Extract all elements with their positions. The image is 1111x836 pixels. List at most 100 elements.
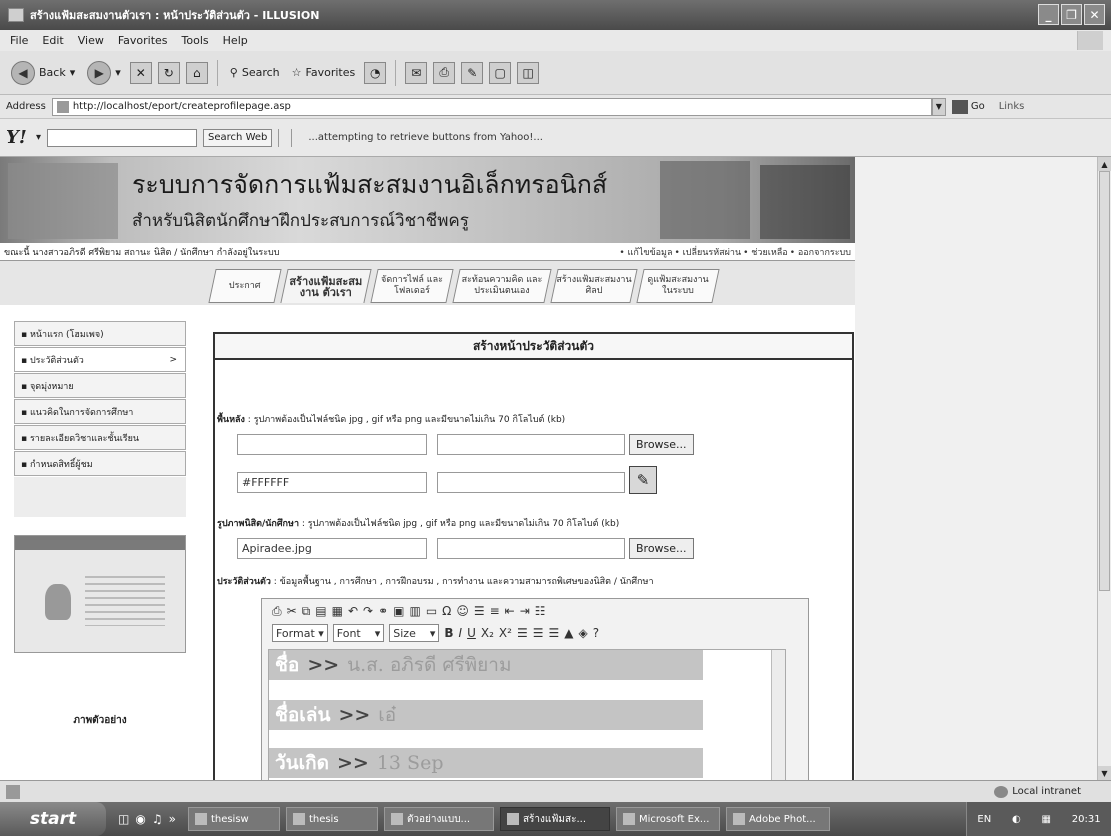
paste-text-icon[interactable]: ▦: [332, 604, 343, 618]
background-color-preview[interactable]: [437, 472, 625, 493]
table-icon[interactable]: ▥: [409, 604, 420, 618]
editor-scrollbar[interactable]: [771, 650, 785, 780]
address-dropdown-icon[interactable]: ▼: [931, 97, 946, 116]
change-password-link[interactable]: • เปลี่ยนรหัสผ่าน: [675, 245, 742, 259]
close-button[interactable]: ✕: [1084, 4, 1105, 25]
sidebar-item-courses[interactable]: ▪ รายละเอียดวิชาและชั้นเรียน: [14, 425, 186, 450]
sidebar-item-permissions[interactable]: ▪ กำหนดสิทธิ์ผู้ชม: [14, 451, 186, 476]
edit-icon[interactable]: ✎: [461, 61, 484, 84]
stop-icon[interactable]: ✕: [129, 61, 152, 84]
tab-reflection[interactable]: สะท้อนความคิด และประเมินตนเอง: [452, 269, 552, 303]
indent-icon[interactable]: ⇥: [520, 604, 530, 618]
help-icon[interactable]: ?: [593, 626, 599, 640]
address-input[interactable]: http://localhost/eport/createprofilepage…: [51, 97, 932, 116]
yahoo-logo[interactable]: Y!: [6, 127, 36, 148]
align-left-icon[interactable]: ☰: [517, 626, 528, 640]
align-right-icon[interactable]: ☰: [548, 626, 559, 640]
menu-view[interactable]: View: [78, 34, 104, 47]
media-icon[interactable]: ♫: [152, 812, 163, 826]
sidebar-item-home[interactable]: ▪ หน้าแรก (โฮมเพจ): [14, 321, 186, 346]
network-icon[interactable]: ▦: [1042, 814, 1051, 825]
text-color-icon[interactable]: ▲: [564, 626, 573, 640]
messenger-icon[interactable]: ◫: [517, 61, 540, 84]
desktop-icon[interactable]: ◫: [118, 812, 129, 826]
task-thesis[interactable]: thesis: [285, 807, 378, 831]
yahoo-search-input[interactable]: [47, 128, 198, 147]
print-icon[interactable]: ⎙: [272, 604, 282, 619]
menu-favorites[interactable]: Favorites: [118, 34, 168, 47]
ordered-list-icon[interactable]: ☰: [474, 604, 485, 618]
sidebar-item-philosophy[interactable]: ▪ แนวคิดในการจัดการศึกษา: [14, 399, 186, 424]
highlight-icon[interactable]: ◈: [578, 626, 587, 640]
forward-button[interactable]: ▶ ▾: [84, 58, 124, 88]
image-icon[interactable]: ▣: [393, 604, 404, 618]
go-button[interactable]: Go: [951, 99, 985, 114]
sidebar-item-profile[interactable]: ▪ ประวัติส่วนตัว >: [14, 347, 186, 372]
underline-icon[interactable]: U: [467, 626, 476, 640]
rule-icon[interactable]: ▭: [426, 604, 437, 618]
special-char-icon[interactable]: Ω: [442, 604, 451, 618]
paste-icon[interactable]: ▤: [315, 604, 326, 618]
back-button[interactable]: ◀ Back ▾: [8, 58, 78, 88]
background-file-input[interactable]: [437, 434, 625, 455]
sidebar-item-goals[interactable]: ▪ จุดมุ่งหมาย: [14, 373, 186, 398]
tab-create-art-portfolio[interactable]: สร้างแฟ้มสะสมงาน ศิลป: [550, 269, 638, 303]
help-link[interactable]: • ช่วยเหลือ: [743, 245, 788, 259]
search-web-button[interactable]: Search Web: [203, 128, 273, 147]
mail-icon[interactable]: ✉: [405, 61, 428, 84]
logout-link[interactable]: • ออกจากระบบ: [790, 245, 851, 259]
tab-file-management[interactable]: จัดการไฟล์ และโฟลเดอร์: [370, 269, 454, 303]
size-select[interactable]: Size ▾: [389, 624, 440, 642]
format-select[interactable]: Format ▾: [272, 624, 328, 642]
menu-help[interactable]: Help: [223, 34, 248, 47]
preview-thumbnail[interactable]: [14, 535, 186, 653]
cut-icon[interactable]: ✂: [287, 604, 297, 618]
copy-icon[interactable]: ⧉: [302, 604, 311, 619]
menu-file[interactable]: File: [10, 34, 28, 47]
editor-content[interactable]: ชื่อ >> น.ส. อภิรดี ศรีพิยาม ชื่อเล่น >>…: [268, 649, 786, 780]
smiley-icon[interactable]: ☺: [456, 604, 469, 618]
search-button[interactable]: ⚲ Search: [227, 58, 283, 88]
redo-icon[interactable]: ↷: [363, 604, 373, 618]
background-browse-button[interactable]: Browse...: [629, 434, 694, 455]
scroll-down-icon[interactable]: ▼: [1098, 766, 1111, 780]
links-button[interactable]: Links: [999, 101, 1025, 112]
favorites-button[interactable]: ☆ Favorites: [289, 58, 359, 88]
maximize-button[interactable]: ❐: [1061, 4, 1082, 25]
task-thesisw[interactable]: thesisw: [187, 807, 280, 831]
minimize-button[interactable]: _: [1038, 4, 1059, 25]
outdent-icon[interactable]: ⇤: [505, 604, 515, 618]
bold-icon[interactable]: B: [444, 626, 453, 640]
photo-path-input[interactable]: Apiradee.jpg: [237, 538, 427, 559]
menu-edit[interactable]: Edit: [42, 34, 63, 47]
page-scrollbar[interactable]: ▲ ▼: [1097, 157, 1111, 780]
discuss-icon[interactable]: ▢: [489, 61, 512, 84]
chevron-double-icon[interactable]: »: [169, 812, 176, 826]
superscript-icon[interactable]: X²: [499, 626, 512, 640]
tab-view-portfolios[interactable]: ดูแฟ้มสะสมงาน ในระบบ: [636, 269, 720, 303]
tab-create-my-portfolio[interactable]: สร้างแฟ้มสะสมงาน ตัวเรา: [280, 269, 372, 303]
undo-icon[interactable]: ↶: [348, 604, 358, 618]
link-icon[interactable]: ⚭: [378, 604, 388, 618]
photo-browse-button[interactable]: Browse...: [629, 538, 694, 559]
language-indicator[interactable]: EN: [977, 814, 991, 825]
align-center-icon[interactable]: ☰: [533, 626, 544, 640]
subscript-icon[interactable]: X₂: [481, 626, 494, 640]
task-portfolio-browser[interactable]: สร้างแฟ้มสะ...: [499, 807, 610, 831]
history-icon[interactable]: ◔: [364, 61, 387, 84]
edit-profile-link[interactable]: • แก้ไขข้อมูล: [619, 245, 672, 259]
chevron-down-icon[interactable]: ▾: [36, 132, 41, 143]
justify-icon[interactable]: ☷: [535, 604, 546, 618]
background-color-input[interactable]: #FFFFFF: [237, 472, 427, 493]
font-select[interactable]: Font ▾: [332, 624, 385, 642]
start-button[interactable]: start: [0, 802, 106, 836]
bullet-list-icon[interactable]: ≡: [490, 604, 500, 618]
task-sample[interactable]: ตัวอย่างแบบ...: [383, 807, 494, 831]
volume-icon[interactable]: ◐: [1012, 814, 1021, 825]
home-icon[interactable]: ⌂: [185, 61, 208, 84]
scroll-up-icon[interactable]: ▲: [1098, 157, 1111, 171]
photo-file-input[interactable]: [437, 538, 625, 559]
color-picker-icon[interactable]: ✎: [629, 466, 657, 494]
task-excel[interactable]: Microsoft Ex...: [615, 807, 720, 831]
refresh-icon[interactable]: ↻: [157, 61, 180, 84]
